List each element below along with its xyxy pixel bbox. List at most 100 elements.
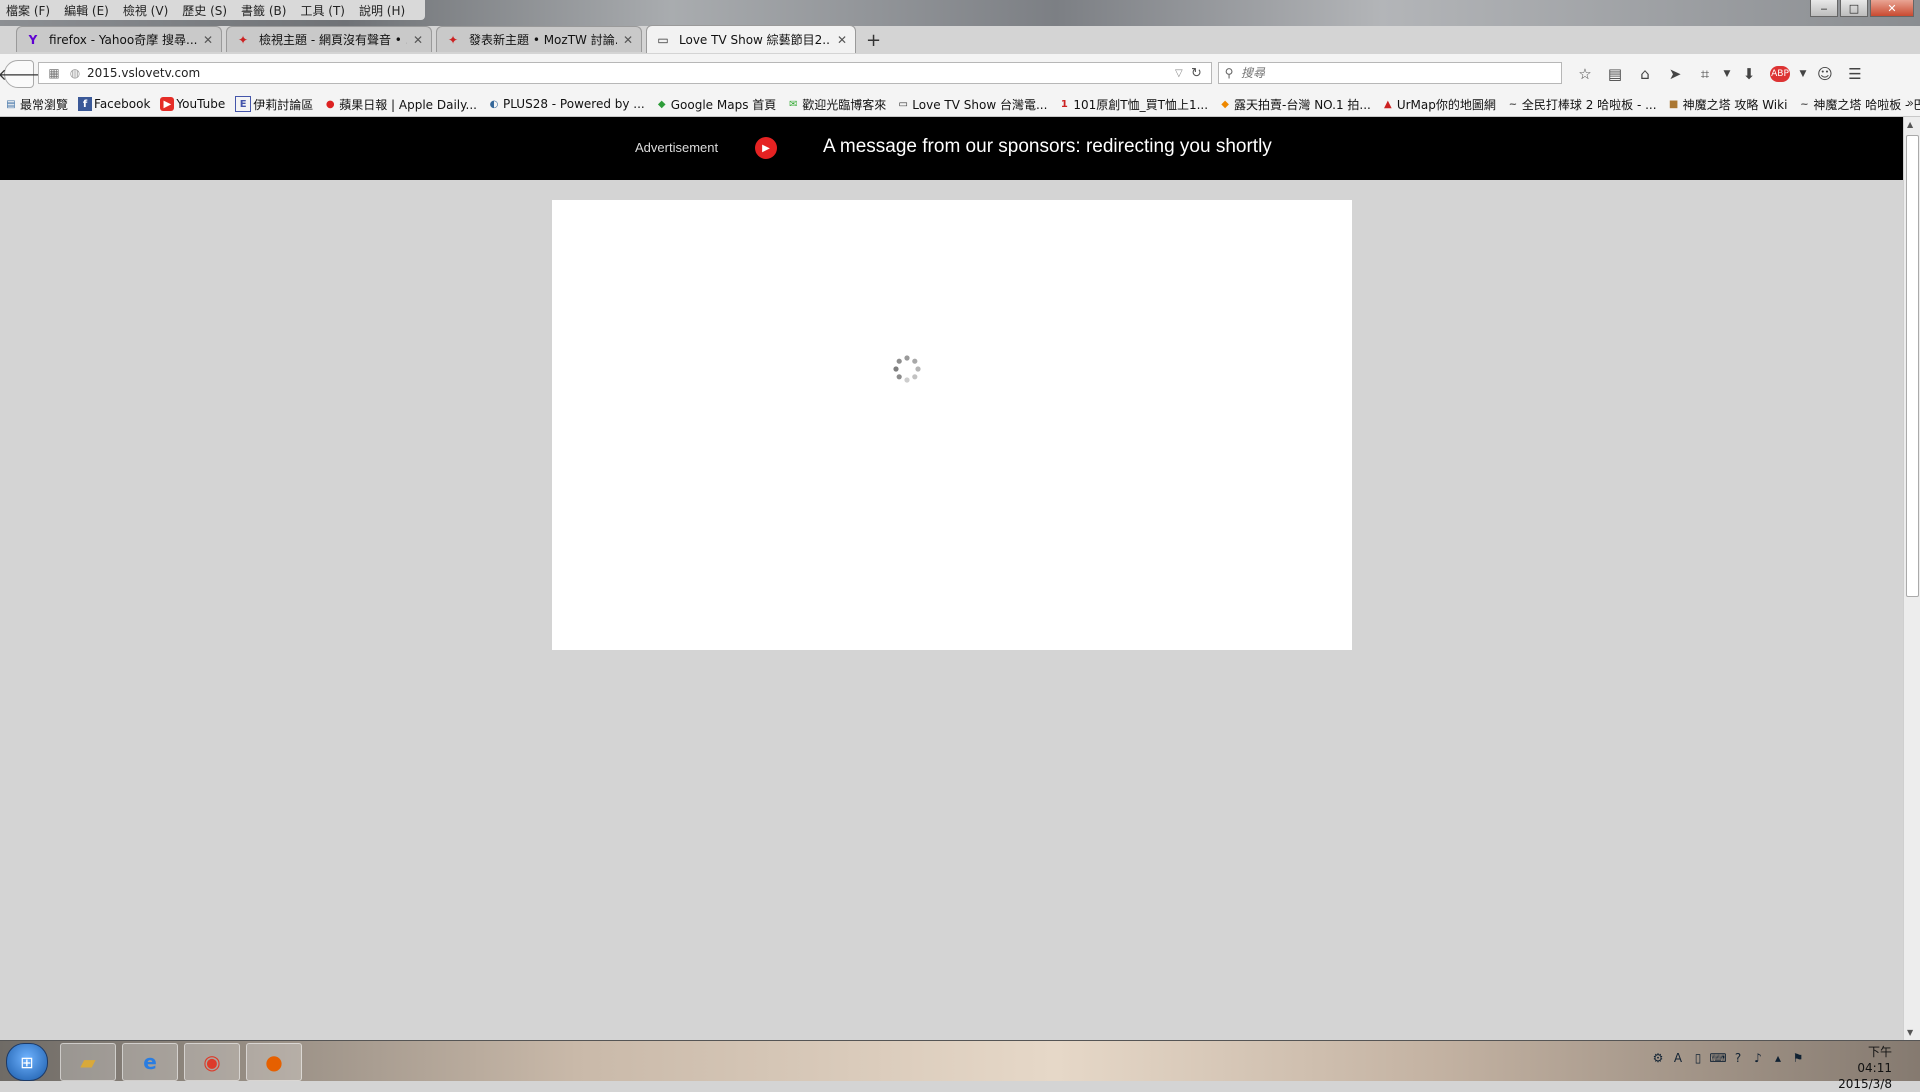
hamburger-menu-icon[interactable]: ☰ xyxy=(1840,65,1870,83)
taskbar-chrome[interactable]: ◉ xyxy=(184,1043,240,1081)
tab-yahoo-search[interactable]: Y firefox - Yahoo奇摩 搜尋... ✕ xyxy=(16,26,222,52)
bookmark-youtube[interactable]: ▶ YouTube xyxy=(160,97,225,111)
bookmark-eyny[interactable]: E 伊莉討論區 xyxy=(235,96,313,113)
menu-edit[interactable]: 編輯 (E) xyxy=(64,2,109,19)
play-icon[interactable]: ▶ xyxy=(755,137,777,159)
windows-taskbar: ⊞ ▰ e ◉ ● ⚙ A ▯ ⌨ ? ♪ ▴ ⚑ 下午 04:11 2015/… xyxy=(0,1040,1920,1091)
action-center-icon[interactable]: ⚑ xyxy=(1788,1051,1808,1065)
clock-time: 下午 04:11 xyxy=(1857,1045,1892,1075)
bookmarks-overflow-icon[interactable]: » xyxy=(1907,96,1914,110)
reading-list-icon[interactable]: ▤ xyxy=(1600,65,1630,83)
bookmark-label: 神魔之塔 攻略 Wiki xyxy=(1682,97,1788,112)
close-tab-icon[interactable]: ✕ xyxy=(203,33,213,47)
menu-bookmarks[interactable]: 書籤 (B) xyxy=(241,2,286,19)
bookmark-label: 露天拍賣-台灣 NO.1 拍... xyxy=(1234,97,1371,112)
new-tab-button[interactable]: + xyxy=(866,30,881,51)
loading-spinner-icon xyxy=(893,355,921,383)
dropdown-icon[interactable]: ▼ xyxy=(1720,69,1734,79)
back-button[interactable]: 🡐 xyxy=(0,60,40,88)
bookmark-facebook[interactable]: f Facebook xyxy=(78,97,150,111)
tab-love-tv-show[interactable]: ▭ Love TV Show 綜藝節目2... ✕ xyxy=(646,25,856,53)
bookmark-label: 歡迎光臨博客來 xyxy=(802,97,887,112)
search-bar[interactable]: ⚲ xyxy=(1218,62,1562,84)
eyny-icon: E xyxy=(235,96,252,112)
tshirt-site-icon: 1 xyxy=(1060,98,1068,110)
close-tab-icon[interactable]: ✕ xyxy=(413,33,423,47)
help-icon[interactable]: ? xyxy=(1728,1051,1748,1065)
reload-icon[interactable]: ↻ xyxy=(1191,66,1211,81)
plus28-icon: ◐ xyxy=(489,98,499,110)
ruten-icon: ◆ xyxy=(1221,98,1229,110)
advertisement-label: Advertisement xyxy=(635,140,719,155)
close-window-button[interactable]: ✕ xyxy=(1870,0,1914,17)
close-tab-icon[interactable]: ✕ xyxy=(837,33,847,47)
bookmark-tos-forum[interactable]: ~ 神魔之塔 哈啦板 - 巴哈... xyxy=(1797,96,1920,113)
taskbar-clock[interactable]: 下午 04:11 2015/3/8 xyxy=(1830,1044,1892,1092)
clock-date: 2015/3/8 xyxy=(1838,1077,1892,1091)
firefox-icon: ● xyxy=(265,1050,283,1074)
tab-title: Love TV Show 綜藝節目2... xyxy=(679,33,831,47)
scroll-down-icon[interactable]: ▼ xyxy=(1907,1028,1913,1037)
close-tab-icon[interactable]: ✕ xyxy=(623,33,633,47)
search-input[interactable] xyxy=(1239,65,1543,81)
bookmark-plus28[interactable]: ◐ PLUS28 - Powered by ... xyxy=(487,97,645,111)
url-text[interactable]: 2015.vslovetv.com xyxy=(87,66,1175,80)
scrollbar-thumb[interactable] xyxy=(1906,135,1919,597)
bookmark-label: 蘋果日報 | Apple Daily... xyxy=(339,97,477,112)
menu-history[interactable]: 歷史 (S) xyxy=(182,2,227,19)
window-controls: ‒ □ ✕ xyxy=(1808,0,1914,17)
home-icon[interactable]: ⌂ xyxy=(1630,65,1660,83)
url-dropdown-icon[interactable]: ▽ xyxy=(1175,68,1191,79)
minimize-button[interactable]: ‒ xyxy=(1810,0,1838,17)
bookmark-label: Love TV Show 台灣電... xyxy=(912,97,1048,112)
bookmark-baseball-forum[interactable]: ~ 全民打棒球 2 哈啦板 - ... xyxy=(1506,96,1657,113)
bookmark-google-maps[interactable]: ◆ Google Maps 首頁 xyxy=(655,96,776,113)
adblock-icon[interactable]: ABP xyxy=(1770,66,1790,82)
menu-view[interactable]: 檢視 (V) xyxy=(123,2,168,19)
start-button[interactable]: ⊞ xyxy=(6,1043,48,1081)
vertical-scrollbar[interactable]: ▲ ▼ xyxy=(1903,117,1920,1040)
keyboard-icon[interactable]: ⌨ xyxy=(1708,1051,1728,1065)
bookmark-101-tshirt[interactable]: 1 101原創T恤_買T恤上1... xyxy=(1057,96,1208,113)
menu-help[interactable]: 說明 (H) xyxy=(359,2,405,19)
facebook-icon: f xyxy=(78,97,93,111)
bookmark-most-visited[interactable]: ▤ 最常瀏覽 xyxy=(4,96,68,113)
globe-icon: ◍ xyxy=(69,66,81,80)
tab-new-topic[interactable]: ✦ 發表新主題 • MozTW 討論... ✕ xyxy=(436,26,642,52)
bookmark-apple-daily[interactable]: ● 蘋果日報 | Apple Daily... xyxy=(323,96,477,113)
bookmark-ruten[interactable]: ◆ 露天拍賣-台灣 NO.1 拍... xyxy=(1218,96,1371,113)
menu-file[interactable]: 檔案 (F) xyxy=(6,2,50,19)
url-bar[interactable]: ▦ ◍ 2015.vslovetv.com ▽ ↻ xyxy=(38,62,1212,84)
bookmark-urmap[interactable]: ▲ UrMap你的地圖網 xyxy=(1381,96,1496,113)
bookmark-label: PLUS28 - Powered by ... xyxy=(502,97,645,111)
sound-icon[interactable]: ♪ xyxy=(1748,1051,1768,1065)
adblock-dropdown-icon[interactable]: ▼ xyxy=(1796,69,1810,79)
navigation-toolbar: 🡐 ▦ ◍ 2015.vslovetv.com ▽ ↻ ⚲ ☆ ▤ ⌂ ➤ ⌗ … xyxy=(0,54,1920,93)
site-identity-icon[interactable]: ▦ xyxy=(45,66,63,80)
tab-view-topic[interactable]: ✦ 檢視主題 - 網頁沒有聲音 • ... ✕ xyxy=(226,26,432,52)
taskbar-internet-explorer[interactable]: e xyxy=(122,1043,178,1081)
bookmark-label: 全民打棒球 2 哈啦板 - ... xyxy=(1521,97,1657,112)
scroll-up-icon[interactable]: ▲ xyxy=(1907,120,1913,129)
download-icon[interactable]: ⬇ xyxy=(1734,65,1764,83)
show-hidden-icons[interactable]: ▴ xyxy=(1768,1051,1788,1065)
bookmark-tos-wiki[interactable]: ■ 神魔之塔 攻略 Wiki xyxy=(1667,96,1788,113)
taskbar-file-explorer[interactable]: ▰ xyxy=(60,1043,116,1081)
menu-tools[interactable]: 工具 (T) xyxy=(300,2,345,19)
network-icon[interactable]: ⚙ xyxy=(1648,1051,1668,1065)
taskbar-firefox[interactable]: ● xyxy=(246,1043,302,1081)
bookmark-label: 101原創T恤_買T恤上1... xyxy=(1073,97,1209,112)
bookmark-label: UrMap你的地圖網 xyxy=(1396,97,1496,112)
send-icon[interactable]: ➤ xyxy=(1660,65,1690,83)
bookmark-books[interactable]: ✉ 歡迎光臨博客來 xyxy=(786,96,886,113)
yahoo-icon: Y xyxy=(28,32,38,47)
maximize-button[interactable]: □ xyxy=(1840,0,1868,17)
ime-icon[interactable]: A xyxy=(1668,1051,1688,1065)
google-maps-icon: ◆ xyxy=(657,98,666,110)
bookmark-love-tv-show[interactable]: ▭ Love TV Show 台灣電... xyxy=(896,96,1048,113)
page-icon: ▭ xyxy=(657,32,669,47)
chat-icon[interactable]: ☺ xyxy=(1810,65,1840,83)
bookmark-star-icon[interactable]: ☆ xyxy=(1570,65,1600,83)
screenshot-crop-icon[interactable]: ⌗ xyxy=(1690,65,1720,83)
ime-mode-icon[interactable]: ▯ xyxy=(1688,1051,1708,1065)
